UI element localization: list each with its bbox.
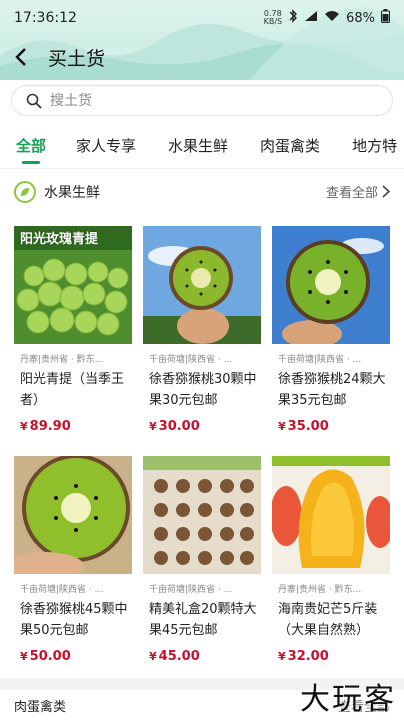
section-header: 水果生鲜 查看全部 (0, 168, 404, 214)
currency-symbol: ¥ (20, 650, 28, 663)
product-card[interactable]: 千亩荷塘|陕西省 · ... 精美礼盒20颗特大果45元包邮 ¥45.00 (143, 456, 261, 674)
battery-level: 68% (346, 10, 375, 26)
chevron-left-icon (15, 48, 26, 66)
search-icon (26, 93, 42, 109)
tab-all[interactable]: 全部 (16, 135, 46, 164)
product-price: ¥35.00 (272, 419, 390, 434)
product-origin: 丹寨|贵州省 · 黔东... (278, 585, 362, 595)
category-tabs: 全部 家人专享 水果生鲜 肉蛋禽类 地方特 (0, 122, 404, 168)
price-value: 89.90 (29, 419, 71, 434)
currency-symbol: ¥ (149, 420, 157, 433)
wifi-icon (324, 10, 340, 26)
tab-local-specialty[interactable]: 地方特 (352, 135, 397, 156)
product-name: 徐香猕猴桃30颗中果30元包邮 (149, 372, 257, 408)
page-title: 买土货 (48, 47, 106, 70)
product-card[interactable]: 丹寨|贵州省 · 黔东... 海南贵妃芒5斤装（大果自然熟） ¥32.00 (272, 456, 390, 674)
currency-symbol: ¥ (278, 420, 286, 433)
price-value: 45.00 (158, 649, 200, 664)
product-image-mango (272, 456, 390, 574)
section-title: 肉蛋禽类 (14, 699, 67, 715)
product-name: 精美礼盒20颗特大果45元包邮 (149, 602, 257, 638)
battery-icon (381, 9, 390, 27)
back-button[interactable] (6, 40, 36, 74)
product-image-kiwi (143, 226, 261, 344)
status-time: 17:36:12 (14, 10, 77, 26)
leaf-icon (14, 180, 36, 203)
signal-icon (304, 10, 318, 26)
header: 17:36:12 0.78 KB/S 68% 买土货 (0, 0, 404, 80)
price-value: 30.00 (158, 419, 200, 434)
product-price: ¥50.00 (14, 649, 132, 664)
product-image-kiwi (14, 456, 132, 574)
product-origin: 丹寨|贵州省 · 黔东... (20, 355, 104, 365)
product-card[interactable]: 阳光玫瑰青提 丹寨|贵州省 · 黔东... 阳光青提（当季王者） ¥89.90 (14, 226, 132, 444)
product-name: 徐香猕猴桃24颗大果35元包邮 (278, 372, 386, 408)
status-bar: 17:36:12 0.78 KB/S 68% (0, 0, 404, 36)
product-image-caption: 阳光玫瑰青提 (20, 232, 99, 247)
product-origin: 千亩荷塘|陕西省 · ... (20, 585, 104, 595)
product-image-kiwi (272, 226, 390, 344)
product-card[interactable]: 千亩荷塘|陕西省 · ... 徐香猕猴桃24颗大果35元包邮 ¥35.00 (272, 226, 390, 444)
tab-family-exclusive[interactable]: 家人专享 (76, 135, 136, 156)
watermark: 大玩客 (300, 682, 396, 717)
search-input[interactable] (50, 92, 370, 109)
product-price: ¥32.00 (272, 649, 390, 664)
search-bar (0, 80, 404, 122)
product-name: 海南贵妃芒5斤装（大果自然熟） (278, 602, 378, 638)
product-name: 阳光青提（当季王者） (20, 372, 125, 408)
price-value: 50.00 (29, 649, 71, 664)
price-value: 32.00 (287, 649, 329, 664)
product-price: ¥45.00 (143, 649, 261, 664)
see-all-label: 查看全部 (325, 186, 378, 201)
product-origin: 千亩荷塘|陕西省 · ... (149, 355, 233, 365)
network-speed: 0.78 KB/S (264, 10, 283, 26)
fruit-section: 水果生鲜 查看全部 阳光玫瑰青提 丹寨|贵州省 · 黔东... 阳光青提（当季王… (0, 168, 404, 678)
chevron-right-icon (382, 185, 390, 198)
price-value: 35.00 (287, 419, 329, 434)
product-image-grapes: 阳光玫瑰青提 (14, 226, 132, 344)
product-image-gift-box (143, 456, 261, 574)
product-card[interactable]: 千亩荷塘|陕西省 · ... 徐香猕猴桃30颗中果30元包邮 ¥30.00 (143, 226, 261, 444)
product-price: ¥89.90 (14, 419, 132, 434)
currency-symbol: ¥ (278, 650, 286, 663)
product-origin: 千亩荷塘|陕西省 · ... (149, 585, 233, 595)
currency-symbol: ¥ (149, 650, 157, 663)
currency-symbol: ¥ (20, 420, 28, 433)
tab-meat-egg-poultry[interactable]: 肉蛋禽类 (260, 135, 320, 156)
search-box[interactable] (11, 85, 393, 116)
tab-fruit-fresh[interactable]: 水果生鲜 (168, 135, 228, 156)
section-title: 水果生鲜 (44, 184, 100, 201)
network-speed-unit: KB/S (263, 17, 283, 26)
see-all-link[interactable]: 查看全部 (326, 182, 390, 201)
product-name: 徐香猕猴桃45颗中果50元包邮 (20, 602, 128, 638)
product-price: ¥30.00 (143, 419, 261, 434)
product-card[interactable]: 千亩荷塘|陕西省 · ... 徐香猕猴桃45颗中果50元包邮 ¥50.00 (14, 456, 132, 674)
bluetooth-icon (288, 9, 298, 27)
product-origin: 千亩荷塘|陕西省 · ... (278, 355, 362, 365)
